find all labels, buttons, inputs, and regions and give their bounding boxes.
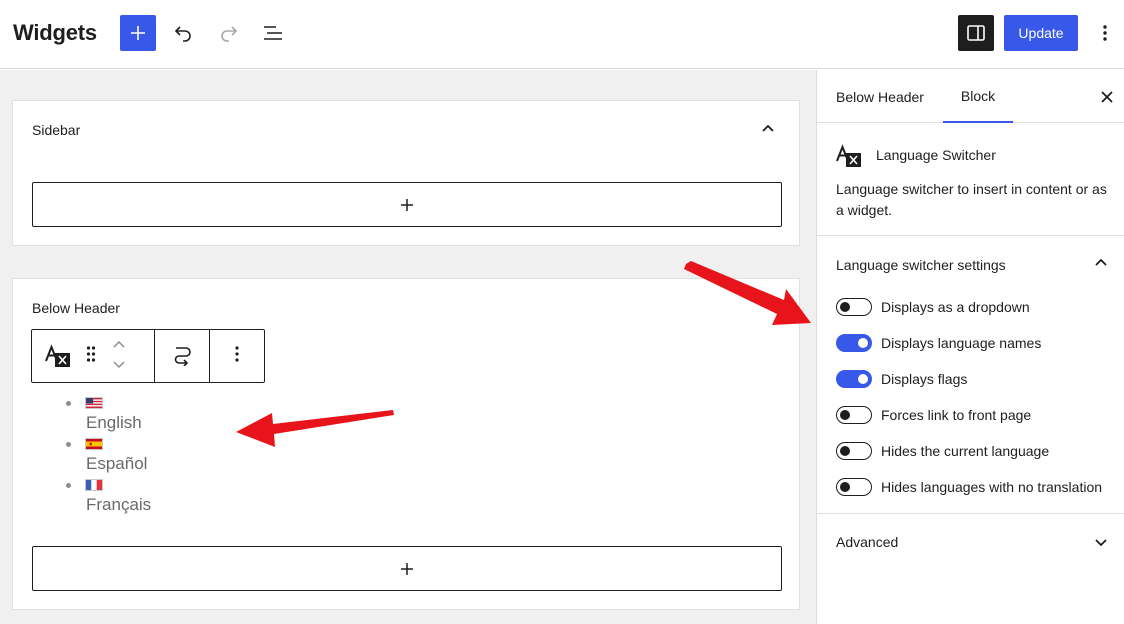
plus-icon — [131, 26, 145, 40]
toggle-knob — [840, 482, 850, 492]
toggle-displays-dropdown[interactable]: Displays as a dropdown — [836, 297, 1030, 317]
update-button[interactable]: Update — [1004, 15, 1078, 51]
more-vertical-icon — [235, 345, 239, 362]
chevron-up-icon — [1095, 258, 1107, 266]
toggle-label: Displays as a dropdown — [881, 299, 1030, 315]
redo-button[interactable] — [214, 18, 244, 48]
translate-icon — [836, 144, 861, 167]
close-icon — [1101, 91, 1113, 103]
toggle-knob — [858, 374, 868, 384]
widget-area-below-header: Below Header — [12, 278, 800, 610]
france-flag-icon — [85, 479, 103, 491]
close-sidebar-button[interactable] — [1097, 87, 1117, 107]
block-card: Language Switcher Language switcher to i… — [817, 124, 1124, 236]
transform-button[interactable] — [171, 342, 193, 371]
toggle-label: Displays flags — [881, 371, 968, 387]
toggle-label: Displays language names — [881, 335, 1042, 351]
block-toolbar — [31, 329, 265, 383]
move-buttons — [111, 337, 127, 376]
block-appender-button[interactable] — [32, 182, 782, 227]
translate-icon — [45, 344, 70, 367]
widget-area-title: Sidebar — [32, 122, 81, 138]
block-appender-button[interactable] — [32, 546, 782, 591]
settings-sidebar: Below Header Block Language Switcher Lan… — [816, 70, 1124, 624]
drag-handle[interactable] — [86, 344, 100, 368]
language-item[interactable]: Español — [64, 437, 147, 478]
add-block-button[interactable] — [120, 15, 156, 51]
spain-flag-icon — [85, 438, 103, 450]
panel-title: Advanced — [836, 534, 899, 550]
toggle-switch[interactable] — [836, 298, 872, 316]
chevron-up-icon — [113, 340, 125, 348]
block-name: Language Switcher — [876, 147, 996, 163]
toggle-switch[interactable] — [836, 370, 872, 388]
bullet — [66, 442, 71, 447]
drag-handle-icon — [86, 346, 96, 362]
language-list: English Español Français — [64, 396, 151, 519]
settings-toggle-button[interactable] — [958, 15, 994, 51]
plus-icon — [401, 198, 413, 211]
language-name: English — [86, 413, 142, 432]
block-options-button[interactable] — [234, 344, 240, 369]
page-title: Widgets — [13, 20, 97, 45]
toggle-displays-flags[interactable]: Displays flags — [836, 369, 967, 389]
more-vertical-icon — [1103, 25, 1107, 41]
list-view-icon — [264, 26, 282, 40]
toggle-knob — [840, 446, 850, 456]
tab-block[interactable]: Block — [943, 70, 1013, 123]
options-menu-button[interactable] — [1090, 18, 1120, 48]
widget-area-sidebar: Sidebar — [12, 100, 800, 246]
sidebar-tabs: Below Header Block — [817, 70, 1124, 123]
toggle-hides-no-translation[interactable]: Hides languages with no translation — [836, 477, 1102, 497]
toggle-knob — [840, 410, 850, 420]
undo-icon — [174, 26, 191, 42]
block-type-button[interactable] — [44, 341, 74, 371]
block-toolbar-group — [210, 330, 264, 382]
redo-icon — [221, 26, 238, 42]
toggle-label: Hides the current language — [881, 443, 1050, 459]
block-toolbar-group — [32, 330, 155, 382]
list-view-button[interactable] — [258, 18, 288, 48]
block-toolbar-group — [155, 330, 210, 382]
panel-divider — [817, 513, 1124, 514]
toggle-switch[interactable] — [836, 406, 872, 424]
bullet — [66, 401, 71, 406]
editor-header: Widgets Update — [0, 0, 1124, 69]
chevron-down-icon — [113, 360, 125, 368]
toggle-forces-link-front-page[interactable]: Forces link to front page — [836, 405, 1031, 425]
sidebar-panel-icon — [967, 25, 985, 41]
language-name: Español — [86, 454, 148, 473]
chevron-up-icon — [762, 124, 774, 132]
toggle-switch[interactable] — [836, 334, 872, 352]
tab-below-header[interactable]: Below Header — [817, 70, 943, 123]
block-description: Language switcher to insert in content o… — [836, 181, 1107, 218]
toggle-switch[interactable] — [836, 478, 872, 496]
bullet — [66, 483, 71, 488]
us-flag-icon — [85, 397, 103, 409]
toggle-label: Forces link to front page — [881, 407, 1032, 423]
collapse-area-button[interactable] — [760, 121, 776, 137]
move-up-button[interactable] — [111, 337, 127, 355]
hook-arrow-icon — [174, 346, 191, 367]
panel-title: Language switcher settings — [836, 257, 1006, 273]
toggle-hides-current-language[interactable]: Hides the current language — [836, 441, 1049, 461]
plus-icon — [401, 562, 413, 575]
toggle-knob — [840, 302, 850, 312]
language-item[interactable]: English — [64, 396, 142, 437]
language-name: Français — [86, 495, 152, 514]
toggle-label: Hides languages with no translation — [881, 479, 1103, 495]
language-item[interactable]: Français — [64, 478, 151, 519]
move-down-button[interactable] — [111, 358, 127, 376]
chevron-down-icon — [1095, 539, 1107, 547]
toggle-knob — [858, 338, 868, 348]
toggle-displays-language-names[interactable]: Displays language names — [836, 333, 1041, 353]
undo-button[interactable] — [168, 18, 198, 48]
toggle-switch[interactable] — [836, 442, 872, 460]
widget-area-title: Below Header — [32, 300, 120, 316]
